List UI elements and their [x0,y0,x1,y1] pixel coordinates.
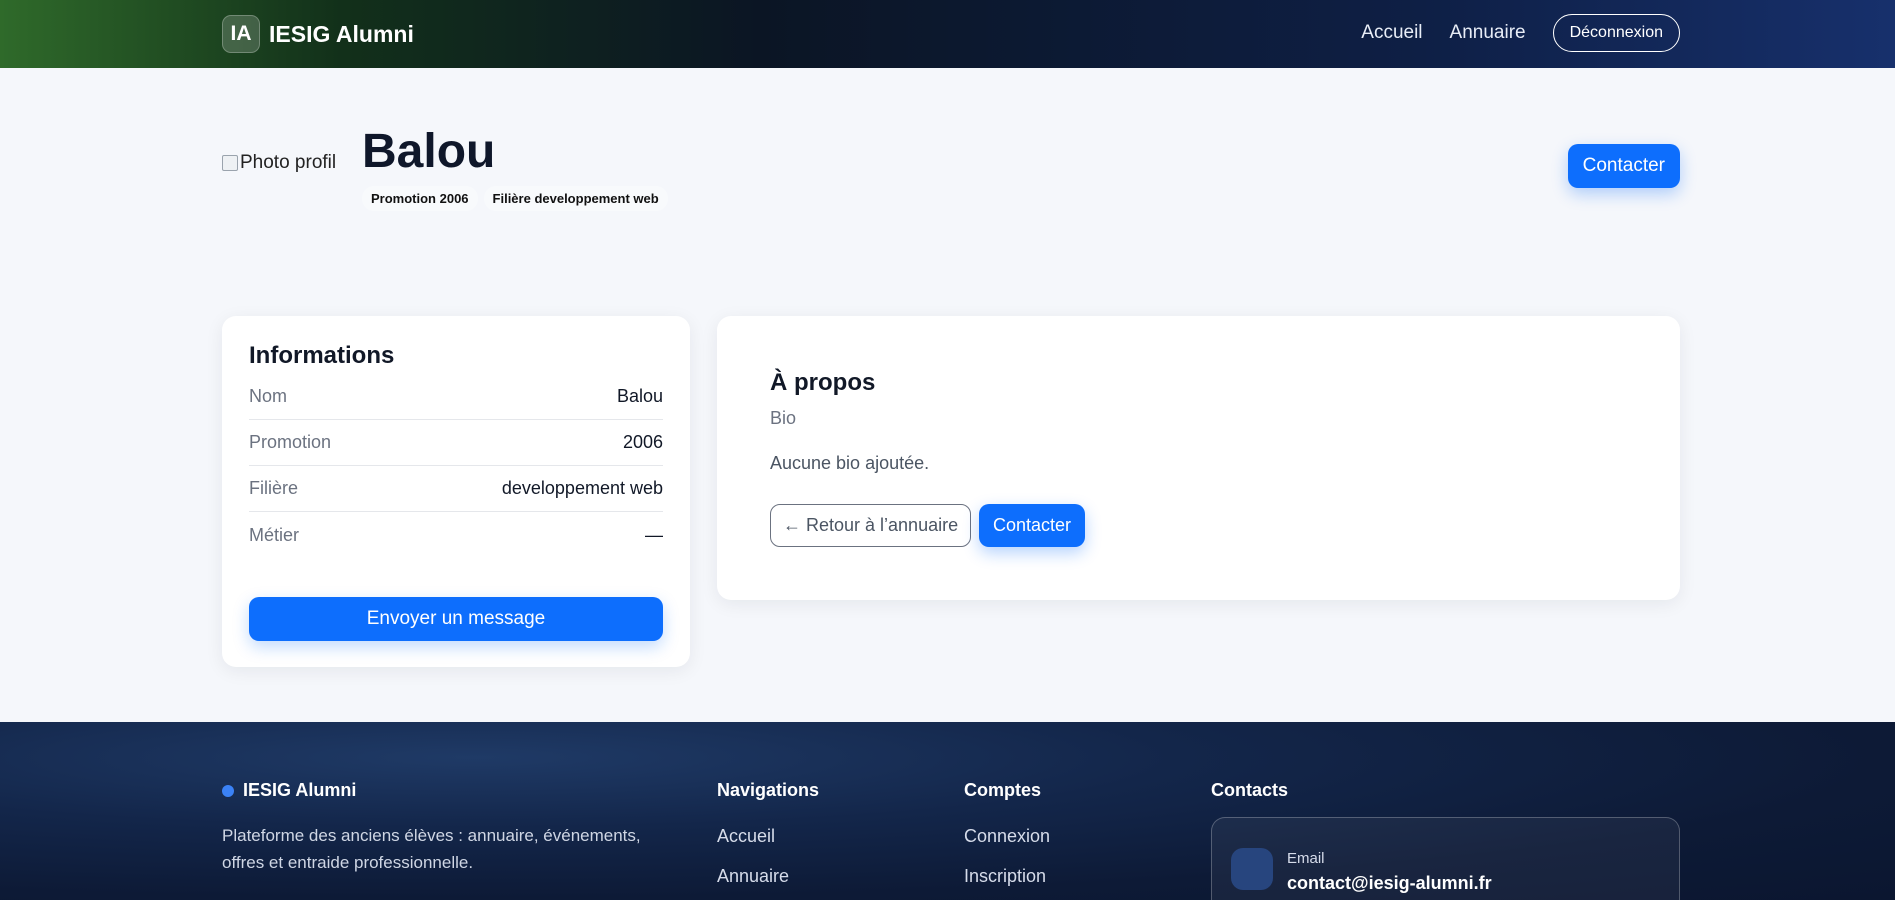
info-row-nom: Nom Balou [249,374,663,420]
profile-badges: Promotion 2006 Filière developpement web [362,186,668,211]
info-label: Promotion [249,432,332,452]
broken-image-icon [222,155,238,171]
brand-dot-icon [222,784,234,797]
about-card: À propos Bio Aucune bio ajoutée. ← Retou… [717,316,1680,600]
footer-accounts-title: Comptes [964,780,1042,800]
brand-logo: IA [222,15,260,53]
info-value: developpement web [501,478,663,498]
profile-photo-alt: Photo profil [240,152,337,173]
bio-text: Aucune bio ajoutée. [770,453,930,473]
info-value: Balou [616,386,663,406]
footer-link-connexion[interactable]: Connexion [964,826,1050,847]
email-value[interactable]: contact@iesig-alumni.fr [1287,873,1492,894]
brand-link[interactable]: IA IESIG Alumni [222,15,414,53]
info-value: — [645,524,663,545]
profile-name: Balou [362,125,496,178]
footer: IESIG Alumni Plateforme des anciens élèv… [0,722,1895,900]
info-label: Métier [249,524,300,545]
about-subtitle: Bio [770,408,797,428]
badge-filiere: Filière developpement web [483,186,668,211]
info-label: Filière [249,478,299,498]
nav-link-annuaire[interactable]: Annuaire [1450,22,1526,44]
info-card-title: Informations [249,342,395,369]
contact-email-box[interactable]: Email contact@iesig-alumni.fr [1211,817,1680,900]
profile-header: Photo profil Balou Promotion 2006 Filièr… [222,120,1680,220]
info-row-promotion: Promotion 2006 [249,420,663,466]
footer-brand-name: IESIG Alumni [243,780,357,800]
brand-name: IESIG Alumni [269,20,414,47]
logout-button[interactable]: Déconnexion [1552,14,1680,52]
nav-links: Accueil Annuaire Déconnexion [1361,14,1680,52]
footer-link-annuaire[interactable]: Annuaire [717,866,789,887]
info-label: Nom [249,386,288,406]
email-icon [1231,848,1273,890]
profile-photo: Photo profil [222,152,336,174]
info-row-metier: Métier — [249,512,663,558]
nav-link-accueil[interactable]: Accueil [1361,22,1422,44]
email-label: Email [1287,850,1325,867]
info-value: 2006 [622,432,663,452]
info-card: Informations Nom Balou Promotion 2006 Fi… [222,316,690,667]
contact-button-card[interactable]: Contacter [979,504,1086,547]
footer-link-inscription[interactable]: Inscription [964,866,1046,887]
send-message-button[interactable]: Envoyer un message [249,597,663,641]
info-row-filiere: Filière developpement web [249,466,663,512]
footer-description: Plateforme des anciens élèves : annuaire… [222,826,641,872]
footer-link-accueil[interactable]: Accueil [717,826,775,847]
footer-brand: IESIG Alumni [222,780,356,801]
back-to-directory-button[interactable]: ← Retour à l’annuaire [770,504,972,547]
badge-promotion: Promotion 2006 [362,186,478,211]
about-title: À propos [770,369,876,396]
top-navbar: IA IESIG Alumni Accueil Annuaire Déconne… [0,0,1895,68]
footer-nav-title: Navigations [717,780,820,800]
contact-button-header[interactable]: Contacter [1567,144,1680,188]
footer-contacts-title: Contacts [1211,780,1289,800]
